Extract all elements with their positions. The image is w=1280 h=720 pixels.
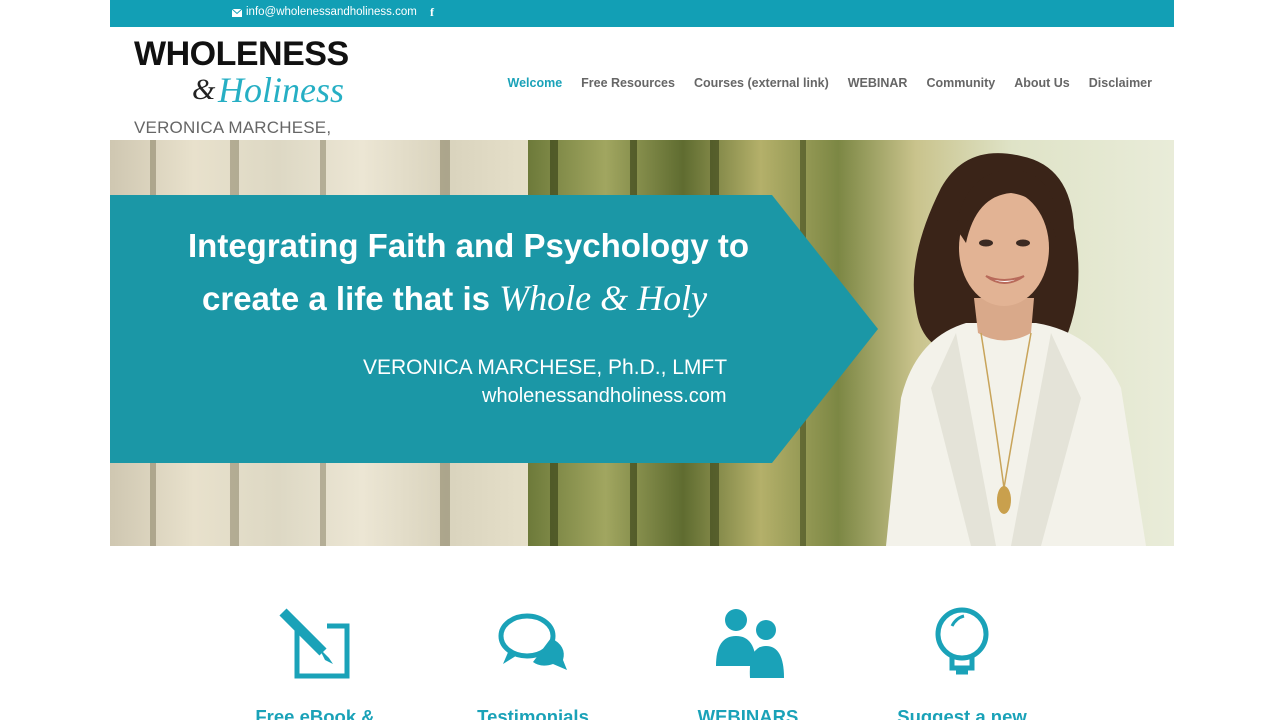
edit-icon: [275, 604, 355, 684]
feature-label: Free eBook &: [255, 706, 375, 720]
hero-headline-script: Whole & Holy: [499, 278, 708, 318]
logo-ampersand: &: [192, 73, 216, 106]
hero-author-name: VERONICA MARCHESE, Ph.D., LMFT: [363, 356, 728, 379]
site-logo[interactable]: WHOLENESS & Holiness VERONICA MARCHESE, …: [134, 35, 374, 157]
nav-welcome[interactable]: Welcome: [508, 76, 563, 90]
logo-holiness: Holiness: [218, 70, 344, 110]
feature-testimonials[interactable]: Testimonials: [443, 604, 623, 720]
feature-webinars[interactable]: WEBINARS: [658, 604, 838, 720]
facebook-icon[interactable]: f: [430, 5, 434, 20]
nav-free-resources[interactable]: Free Resources: [581, 76, 675, 90]
hero-headline-line1: Integrating Faith and Psychology to: [188, 227, 750, 264]
nav-community[interactable]: Community: [926, 76, 995, 90]
nav-disclaimer[interactable]: Disclaimer: [1089, 76, 1152, 90]
hero-banner: Integrating Faith and Psychology to crea…: [110, 140, 1174, 546]
people-icon: [708, 604, 788, 684]
nav-about-us[interactable]: About Us: [1014, 76, 1070, 90]
contact-email-link[interactable]: info@wholenessandholiness.com: [231, 6, 417, 18]
mail-icon: [231, 8, 243, 17]
lightbulb-icon: [922, 604, 1002, 684]
feature-label: Suggest a new: [897, 706, 1027, 720]
nav-webinar[interactable]: WEBINAR: [848, 76, 908, 90]
hero-text-banner: Integrating Faith and Psychology to crea…: [110, 195, 880, 463]
feature-label: WEBINARS: [697, 706, 799, 720]
page: info@wholenessandholiness.com f WHOLENES…: [110, 0, 1174, 720]
feature-section: Free eBook & Testimonials WEBINARS Sugge…: [110, 560, 1174, 720]
author-portrait: [886, 153, 1146, 546]
chat-bubbles-icon: [493, 604, 573, 684]
top-bar: info@wholenessandholiness.com f: [110, 0, 1174, 27]
hero-headline-line2: create a life that is Whole & Holy: [202, 277, 707, 319]
main-nav: Welcome Free Resources Courses (external…: [508, 76, 1153, 90]
site-header: WHOLENESS & Holiness VERONICA MARCHESE, …: [110, 27, 1174, 157]
hero-url: wholenessandholiness.com: [482, 385, 727, 407]
contact-email: info@wholenessandholiness.com: [246, 6, 417, 18]
hero-headline-prefix: create a life that is: [202, 280, 500, 317]
nav-courses[interactable]: Courses (external link): [694, 76, 829, 90]
feature-suggest[interactable]: Suggest a new: [872, 604, 1052, 720]
feature-free-ebook[interactable]: Free eBook &: [225, 604, 405, 720]
feature-label: Testimonials: [477, 706, 589, 720]
